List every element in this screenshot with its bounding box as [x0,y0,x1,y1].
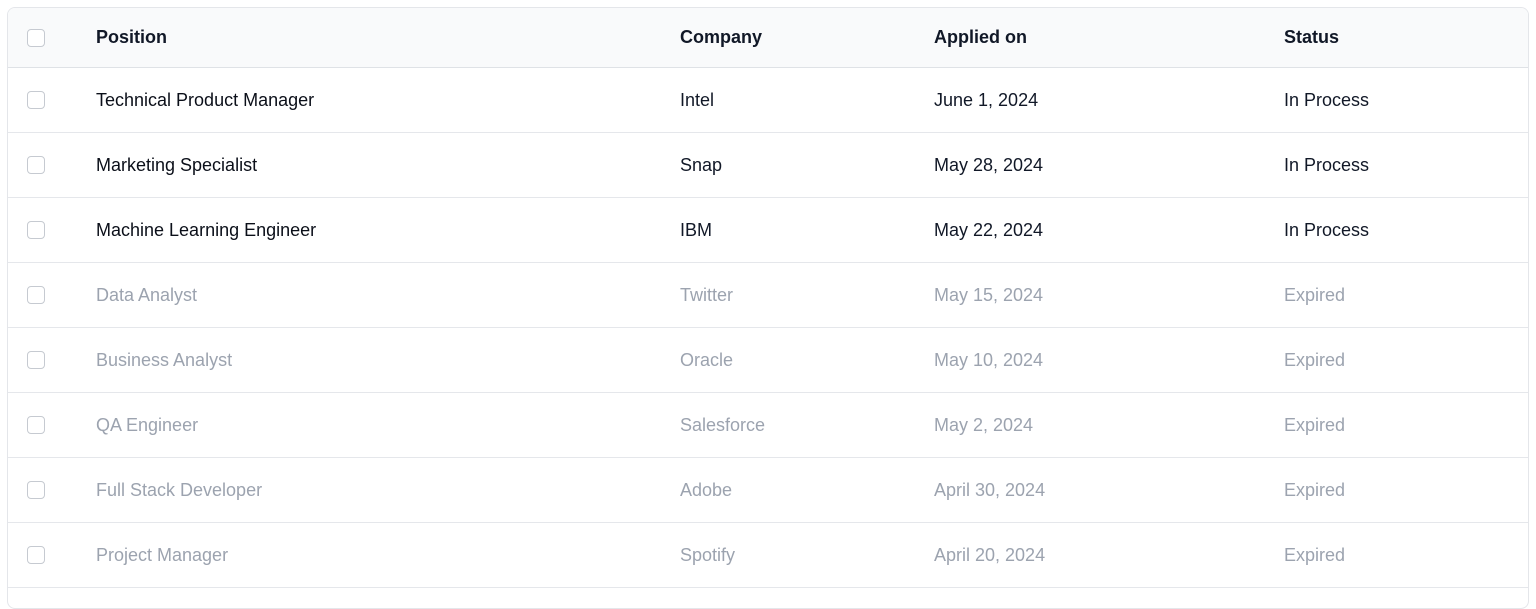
row-company: Oracle [680,349,734,370]
table-row[interactable]: Project Manager Spotify April 20, 2024 E… [8,523,1528,588]
row-company: IBM [680,219,713,240]
row-status: Expired [1284,284,1346,305]
row-company: Spotify [680,544,736,565]
row-position: Business Analyst [96,349,233,370]
row-company: Twitter [680,284,734,305]
row-checkbox[interactable] [27,221,45,239]
row-applied-on: May 22, 2024 [934,219,1044,240]
row-status: In Process [1284,89,1370,110]
table-row[interactable]: Data Analyst Twitter May 15, 2024 Expire… [8,263,1528,328]
row-position: QA Engineer [96,414,199,435]
table-header: Position Company Applied on Status [8,8,1528,68]
row-status: In Process [1284,154,1370,175]
row-checkbox[interactable] [27,286,45,304]
row-company: Snap [680,154,723,175]
row-checkbox[interactable] [27,156,45,174]
row-select-cell [27,523,45,587]
select-all-checkbox[interactable] [27,28,45,47]
row-status: In Process [1284,219,1370,240]
row-applied-on: May 28, 2024 [934,154,1044,175]
row-checkbox[interactable] [27,481,45,499]
row-select-cell [27,328,45,392]
table-row[interactable]: Marketing Specialist Snap May 28, 2024 I… [8,133,1528,198]
row-select-cell [27,198,45,262]
row-position: Project Manager [96,544,229,565]
row-position: Machine Learning Engineer [96,219,317,240]
row-applied-on: May 10, 2024 [934,349,1044,370]
row-status: Expired [1284,414,1346,435]
row-applied-on: April 20, 2024 [934,544,1046,565]
row-company: Salesforce [680,414,766,435]
row-status: Expired [1284,544,1346,565]
table-row[interactable]: Machine Learning Engineer IBM May 22, 20… [8,198,1528,263]
row-position: Full Stack Developer [96,479,263,500]
select-all-cell [27,8,45,67]
column-header-applied-on[interactable]: Applied on [934,8,1027,67]
row-company: Intel [680,89,715,110]
table-row[interactable]: QA Engineer Salesforce May 2, 2024 Expir… [8,393,1528,458]
row-applied-on: May 15, 2024 [934,284,1044,305]
row-applied-on: June 1, 2024 [934,89,1039,110]
row-checkbox[interactable] [27,91,45,109]
row-applied-on: May 2, 2024 [934,414,1034,435]
row-position: Marketing Specialist [96,154,258,175]
row-status: Expired [1284,349,1346,370]
row-applied-on: April 30, 2024 [934,479,1046,500]
table-row[interactable]: Business Analyst Oracle May 10, 2024 Exp… [8,328,1528,393]
row-position: Technical Product Manager [96,89,315,110]
row-checkbox[interactable] [27,351,45,369]
row-status: Expired [1284,479,1346,500]
row-select-cell [27,133,45,197]
row-company: Adobe [680,479,733,500]
column-header-company[interactable]: Company [680,8,762,67]
row-checkbox[interactable] [27,546,45,564]
column-header-position[interactable]: Position [96,8,167,67]
table-row[interactable]: Technical Product Manager Intel June 1, … [8,68,1528,133]
row-select-cell [27,458,45,522]
row-checkbox[interactable] [27,416,45,434]
applications-table: Position Company Applied on Status Techn… [7,7,1529,609]
row-select-cell [27,393,45,457]
row-select-cell [27,68,45,132]
column-header-status[interactable]: Status [1284,8,1339,67]
row-position: Data Analyst [96,284,198,305]
row-select-cell [27,263,45,327]
table-row[interactable]: Full Stack Developer Adobe April 30, 202… [8,458,1528,523]
